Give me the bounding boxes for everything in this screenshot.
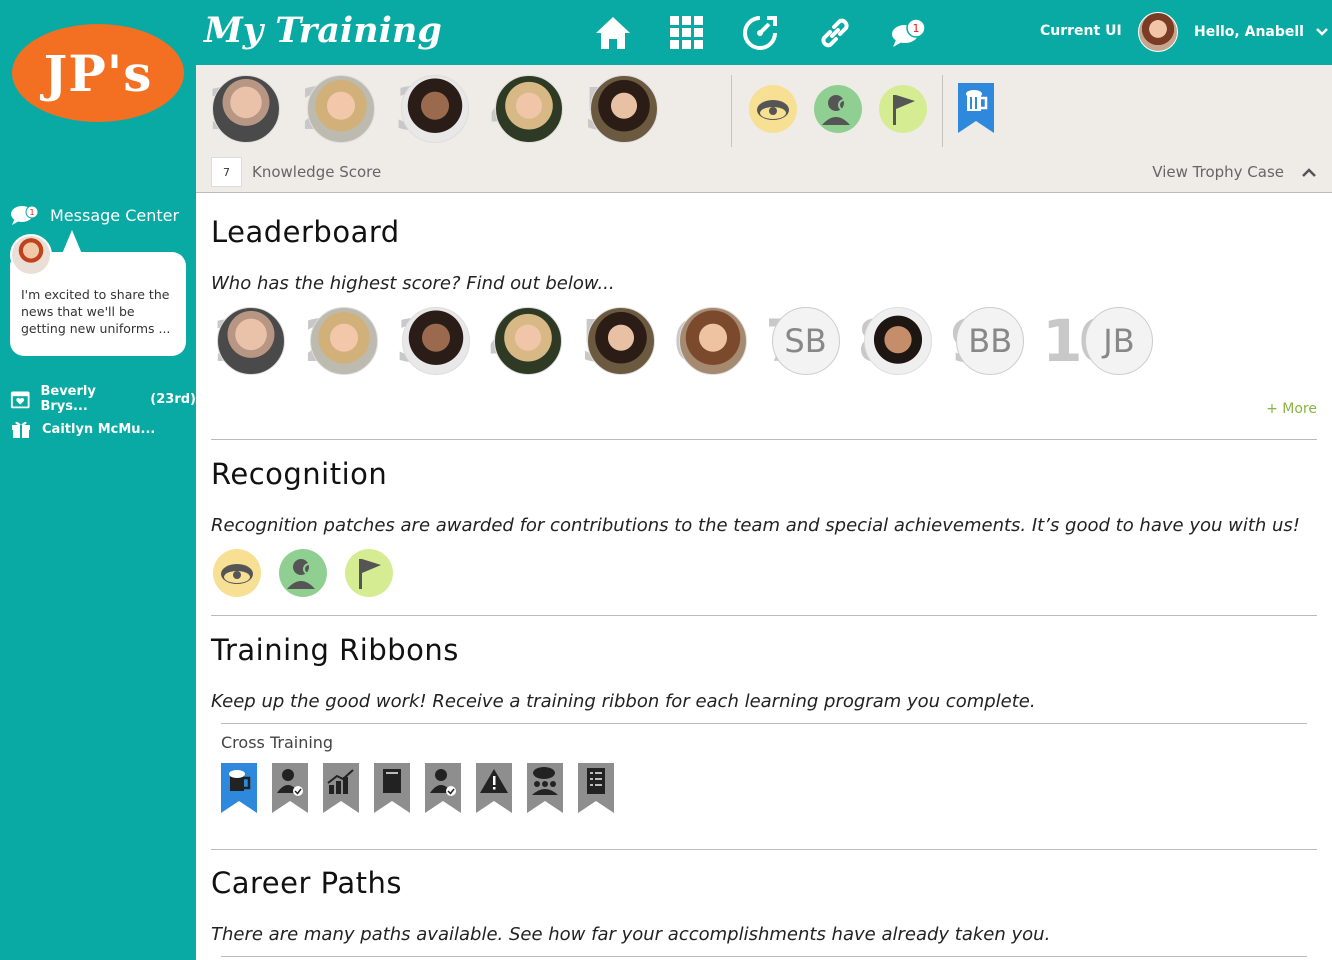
chat-icon[interactable]: 1 xyxy=(890,14,928,52)
initials-avatar: BB xyxy=(956,307,1025,375)
avatar xyxy=(863,307,932,375)
divider xyxy=(221,956,1307,957)
team-chat-icon[interactable] xyxy=(527,763,563,813)
chat-icon: 1 xyxy=(11,205,39,225)
divider xyxy=(942,75,943,147)
user-check-icon[interactable] xyxy=(272,763,308,813)
initials-avatar: JB xyxy=(1084,307,1153,375)
avatar xyxy=(402,307,471,375)
program-label: Cross Training xyxy=(221,733,334,752)
sidebar: JP's 1 Message Center I'm excited to sha… xyxy=(0,0,196,960)
top-bar: My Training 1 Current UI Hello, Anabell xyxy=(196,0,1332,65)
detective-patch-icon[interactable] xyxy=(277,547,329,599)
avatar xyxy=(212,75,281,143)
divider xyxy=(731,75,732,147)
avatar xyxy=(306,75,375,143)
avatar xyxy=(589,75,658,143)
detective-patch-icon[interactable] xyxy=(812,83,864,135)
leaderboard-rank-7[interactable]: 7 SB xyxy=(765,305,840,377)
leaderboard-rank-2[interactable]: 2 xyxy=(303,305,378,377)
calendar-heart-icon xyxy=(10,391,30,409)
page-title: My Training xyxy=(204,10,442,51)
greeting: Hello, Anabell xyxy=(1194,24,1304,40)
avatar xyxy=(401,75,470,143)
more-link[interactable]: + More xyxy=(1266,401,1317,417)
avatar xyxy=(10,234,52,276)
user-avatar[interactable] xyxy=(1138,12,1178,52)
leaderboard-rank-10[interactable]: 10 JB xyxy=(1042,305,1153,377)
divider xyxy=(221,723,1307,724)
leaderboard-rank-9[interactable]: 9 BB xyxy=(950,305,1025,377)
divider xyxy=(211,439,1317,440)
warning-icon[interactable] xyxy=(476,763,512,813)
current-ui-link[interactable]: Current UI xyxy=(1040,23,1122,39)
training-ribbons-title: Training Ribbons xyxy=(211,633,459,667)
avatar xyxy=(217,307,286,375)
menu-book-icon[interactable] xyxy=(374,763,410,813)
recognition-subtitle: Recognition patches are awarded for cont… xyxy=(211,515,1301,536)
avatar xyxy=(495,75,564,143)
knowledge-score-label: Knowledge Score xyxy=(252,163,382,181)
leaderboard-rank-5[interactable]: 5 xyxy=(580,305,655,377)
leaderboard-list: 1 2 3 4 5 6 7 SB 8 xyxy=(211,305,1153,377)
leaderboard-rank-6[interactable]: 6 xyxy=(673,305,748,377)
beer-mug-icon[interactable] xyxy=(221,763,257,813)
leaderboard-rank-3[interactable]: 3 xyxy=(396,305,471,377)
captain-hat-patch-icon[interactable] xyxy=(211,547,263,599)
event-gift[interactable]: Caitlyn McMu... xyxy=(10,419,155,439)
brand-logo[interactable]: JP's xyxy=(12,24,184,122)
link-icon[interactable] xyxy=(816,14,854,52)
svg-text:1: 1 xyxy=(29,208,34,217)
career-paths-title: Career Paths xyxy=(211,866,402,900)
avatar xyxy=(494,307,563,375)
apps-grid-icon[interactable] xyxy=(668,14,706,52)
leaderboard-rank-1[interactable]: 1 xyxy=(211,305,286,377)
recognition-patches xyxy=(211,547,395,599)
chart-icon[interactable] xyxy=(323,763,359,813)
user-check-icon[interactable] xyxy=(425,763,461,813)
leaderboard-rank-4[interactable]: 4 xyxy=(488,305,563,377)
message-center-link[interactable]: 1 Message Center xyxy=(10,204,179,226)
chat-badge: 1 xyxy=(913,22,920,35)
gift-icon xyxy=(12,421,30,438)
event-name: Caitlyn McMu... xyxy=(42,421,156,437)
divider xyxy=(211,615,1317,616)
top-rank-4[interactable]: 4 xyxy=(489,73,564,145)
avatar xyxy=(586,307,655,375)
top-rank-5[interactable]: 5 xyxy=(583,73,658,145)
logo-text: JP's xyxy=(43,43,153,103)
flag-patch-icon[interactable] xyxy=(343,547,395,599)
chevron-down-icon xyxy=(1316,28,1328,36)
top-rank-1[interactable]: 1 xyxy=(206,73,281,145)
message-center-label: Message Center xyxy=(50,205,180,225)
training-ribbons-subtitle: Keep up the good work! Receive a trainin… xyxy=(211,691,1036,712)
captain-hat-patch-icon[interactable] xyxy=(747,83,799,135)
top-rank-2[interactable]: 2 xyxy=(300,73,375,145)
flag-patch-icon[interactable] xyxy=(877,83,929,135)
leaderboard-subtitle: Who has the highest score? Find out belo… xyxy=(211,273,615,294)
recognition-title: Recognition xyxy=(211,457,388,491)
dashboard-icon[interactable] xyxy=(741,14,779,52)
message-preview-text: I'm excited to share the news that we'll… xyxy=(21,287,171,336)
event-name: Beverly Brys... xyxy=(40,384,96,414)
leaderboard-title: Leaderboard xyxy=(211,215,400,249)
chevron-up-icon[interactable] xyxy=(1302,167,1316,177)
divider xyxy=(211,849,1317,850)
top-rank-3[interactable]: 3 xyxy=(395,73,470,145)
home-icon[interactable] xyxy=(594,14,632,52)
knowledge-score-value: 7 xyxy=(211,157,242,187)
event-detail: (23rd) xyxy=(150,391,196,407)
career-paths-subtitle: There are many paths available. See how … xyxy=(211,924,1051,945)
ribbon-list xyxy=(221,763,614,813)
beer-mug-ribbon-icon[interactable] xyxy=(958,83,994,135)
checklist-icon[interactable] xyxy=(578,763,614,813)
trophy-strip: 1 2 3 4 5 xyxy=(196,65,1332,193)
view-trophy-case-link[interactable]: View Trophy Case xyxy=(1152,163,1284,181)
user-menu[interactable]: Hello, Anabell xyxy=(1194,24,1328,40)
initials-avatar: SB xyxy=(771,307,840,375)
avatar xyxy=(679,307,748,375)
event-birthday[interactable]: Beverly Brys... (23rd) xyxy=(10,384,196,414)
leaderboard-rank-8[interactable]: 8 xyxy=(858,305,932,377)
avatar xyxy=(309,307,378,375)
